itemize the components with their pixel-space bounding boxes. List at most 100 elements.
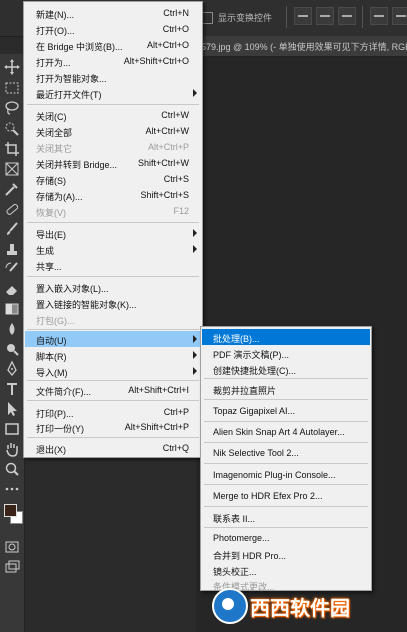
- menu-item-generate[interactable]: 生成: [25, 241, 201, 257]
- options-separator: [286, 6, 287, 28]
- tools-panel: [0, 54, 25, 632]
- watermark-circle-icon: [212, 588, 248, 624]
- submenu-item-imagenomic[interactable]: Imagenomic Plug-in Console...: [202, 467, 370, 483]
- document-tab-title: 579.jpg @ 109% (- 单独使用效果可见下方详情, RGB/: [201, 42, 407, 52]
- dodge-icon[interactable]: [3, 340, 21, 358]
- menu-item-print-one[interactable]: 打印一份(Y) Alt+Shift+Ctrl+P: [25, 419, 201, 435]
- submenu-item-alien-skin[interactable]: Alien Skin Snap Art 4 Autolayer...: [202, 424, 370, 440]
- menu-item-save[interactable]: 存储(S) Ctrl+S: [25, 171, 201, 187]
- automate-submenu: 批处理(B)... PDF 演示文稿(P)... 创建快捷批处理(C)... 裁…: [200, 326, 372, 592]
- options-separator: [362, 6, 363, 28]
- menu-separator: [204, 378, 368, 379]
- menu-separator: [204, 527, 368, 528]
- crop-icon[interactable]: [3, 140, 21, 158]
- blur-icon[interactable]: [3, 320, 21, 338]
- screen-mode-icon[interactable]: [3, 558, 21, 576]
- menu-item-import[interactable]: 导入(M): [25, 363, 201, 379]
- quick-select-icon[interactable]: [3, 120, 21, 138]
- submenu-item-pdf-presentation[interactable]: PDF 演示文稿(P)...: [202, 345, 370, 361]
- menu-separator: [27, 104, 199, 105]
- options-bar-right: 显示变换控件: [196, 4, 407, 30]
- more-tools-icon[interactable]: [3, 480, 21, 498]
- menu-separator: [204, 421, 368, 422]
- eyedropper-icon[interactable]: [3, 180, 21, 198]
- menu-item-close-all[interactable]: 关闭全部 Alt+Ctrl+W: [25, 123, 201, 139]
- menu-item-automate[interactable]: 自动(U): [25, 331, 201, 347]
- menu-item-close[interactable]: 关闭(C) Ctrl+W: [25, 107, 201, 123]
- menu-item-scripts[interactable]: 脚本(R): [25, 347, 201, 363]
- menu-separator: [27, 380, 199, 381]
- brush-icon[interactable]: [3, 220, 21, 238]
- menu-item-share[interactable]: 共享...: [25, 257, 201, 273]
- move-icon[interactable]: [3, 58, 21, 76]
- menu-item-revert: 恢复(V) F12: [36, 206, 189, 218]
- menu-item-place-linked[interactable]: 置入链接的智能对象(K)...: [25, 295, 201, 311]
- healing-icon[interactable]: [3, 200, 21, 218]
- foreground-color-swatch[interactable]: [4, 504, 17, 517]
- zoom-icon[interactable]: [3, 460, 21, 478]
- menu-item-file-info[interactable]: 文件简介(F)... Alt+Shift+Ctrl+I: [25, 382, 201, 398]
- menu-separator: [27, 222, 199, 223]
- menu-item-new[interactable]: 新建(N)... Ctrl+N: [25, 5, 201, 21]
- submenu-arrow-icon: [193, 89, 197, 97]
- align-top-icon[interactable]: [294, 7, 312, 25]
- menu-item-exit[interactable]: 退出(X) Ctrl+Q: [25, 440, 201, 456]
- watermark-text: 西西软件园: [250, 598, 350, 620]
- quick-mask-icon[interactable]: [3, 538, 21, 556]
- path-select-icon[interactable]: [3, 400, 21, 418]
- submenu-arrow-icon: [193, 367, 197, 375]
- menu-separator: [204, 506, 368, 507]
- submenu-item-nik-selective[interactable]: Nik Selective Tool 2...: [202, 445, 370, 461]
- menu-item-save-as[interactable]: 存储为(A)... Shift+Ctrl+S: [25, 187, 201, 203]
- rectangle-icon[interactable]: [3, 420, 21, 438]
- stamp-icon[interactable]: [3, 240, 21, 258]
- pen-icon[interactable]: [3, 360, 21, 378]
- history-brush-icon[interactable]: [3, 260, 21, 278]
- document-tab[interactable]: 579.jpg @ 109% (- 单独使用效果可见下方详情, RGB/: [196, 36, 407, 57]
- eraser-icon[interactable]: [3, 280, 21, 298]
- frame-icon[interactable]: [3, 160, 21, 178]
- menu-item-print[interactable]: 打印(P)... Ctrl+P: [25, 404, 201, 420]
- menu-item-close-others: 关闭其它 Alt+Ctrl+P: [36, 142, 189, 154]
- file-menu: 新建(N)... Ctrl+N 打开(O)... Ctrl+O 在 Bridge 中…: [23, 1, 203, 458]
- type-icon[interactable]: [3, 380, 21, 398]
- lasso-icon[interactable]: [3, 99, 21, 117]
- submenu-item-crop-straighten[interactable]: 裁剪并拉直照片: [202, 381, 370, 397]
- menu-item-export[interactable]: 导出(E): [25, 225, 201, 241]
- watermark-logo: 西西软件园: [210, 584, 386, 624]
- submenu-arrow-icon: [193, 335, 197, 343]
- color-swatches[interactable]: [3, 498, 23, 530]
- submenu-item-lens-correction[interactable]: 镜头校正...: [202, 562, 370, 578]
- menu-item-package: 打包(G)...: [36, 316, 75, 326]
- hand-icon[interactable]: [3, 440, 21, 458]
- menu-separator: [27, 437, 199, 438]
- marquee-icon[interactable]: [3, 79, 21, 97]
- menu-item-recent-files[interactable]: 最近打开文件(T): [25, 85, 201, 101]
- menu-item-place-embedded[interactable]: 置入嵌入对象(L)...: [25, 279, 201, 295]
- menu-item-open[interactable]: 打开(O)... Ctrl+O: [25, 21, 201, 37]
- distribute-middle-icon[interactable]: [392, 7, 407, 25]
- menu-separator: [27, 329, 199, 330]
- submenu-item-batch[interactable]: 批处理(B)...: [202, 329, 370, 345]
- gradient-icon[interactable]: [3, 300, 21, 318]
- align-middle-icon[interactable]: [316, 7, 334, 25]
- menu-separator: [204, 484, 368, 485]
- submenu-arrow-icon: [193, 229, 197, 237]
- submenu-item-create-droplet[interactable]: 创建快捷批处理(C)...: [202, 361, 370, 377]
- menu-item-browse-bridge[interactable]: 在 Bridge 中浏览(B)... Alt+Ctrl+O: [25, 37, 201, 53]
- menu-separator: [27, 276, 199, 277]
- align-bottom-icon[interactable]: [338, 7, 356, 25]
- menu-item-open-as[interactable]: 打开为... Alt+Shift+Ctrl+O: [25, 53, 201, 69]
- submenu-item-merge-hdr-pro[interactable]: 合并到 HDR Pro...: [202, 546, 370, 562]
- submenu-item-photomerge[interactable]: Photomerge...: [202, 530, 370, 546]
- distribute-top-icon[interactable]: [370, 7, 388, 25]
- menu-item-close-go-bridge[interactable]: 关闭并转到 Bridge... Shift+Ctrl+W: [25, 155, 201, 171]
- submenu-item-topaz-gigapixel[interactable]: Topaz Gigapixel AI...: [202, 403, 370, 419]
- menu-separator: [204, 442, 368, 443]
- menu-separator: [204, 399, 368, 400]
- submenu-item-contact-sheet[interactable]: 联系表 II...: [202, 509, 370, 525]
- submenu-item-hdr-efex[interactable]: Merge to HDR Efex Pro 2...: [202, 488, 370, 504]
- menu-item-open-smart-object[interactable]: 打开为智能对象...: [25, 69, 201, 85]
- submenu-arrow-icon: [193, 245, 197, 253]
- menu-separator: [27, 400, 199, 401]
